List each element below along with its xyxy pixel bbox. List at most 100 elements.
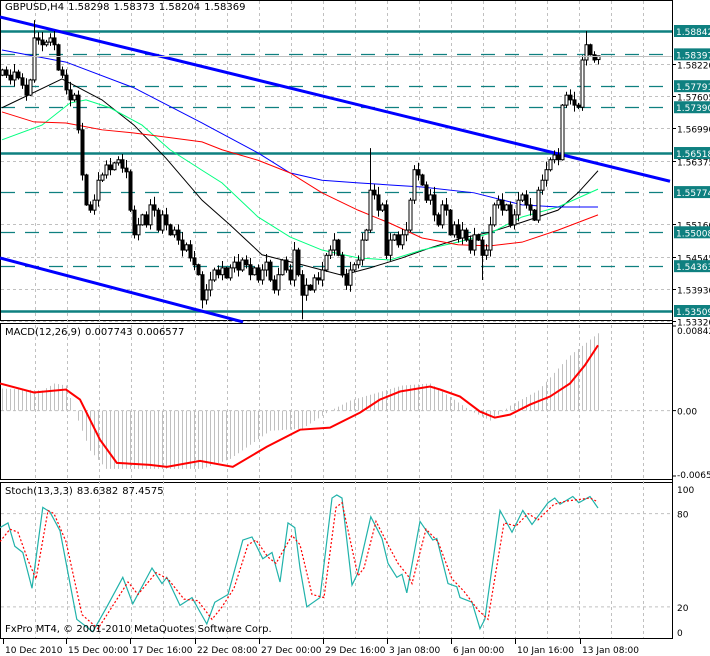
candle: [280, 258, 285, 276]
macd-signal-line: [0, 344, 599, 468]
candle-body-bear: [572, 99, 577, 106]
candle-body-bear: [16, 71, 21, 79]
candle: [372, 184, 377, 200]
candle-body-bear: [80, 129, 85, 176]
candle-body-bull: [260, 269, 265, 281]
time-axis-label: 17 Dec 16:00: [132, 646, 193, 656]
candle-body-bull: [400, 234, 405, 246]
candle: [488, 216, 493, 257]
candle: [592, 51, 597, 63]
candle: [476, 233, 481, 241]
candle-body-bear: [24, 84, 29, 96]
candle-body-bull: [492, 204, 497, 226]
candle: [540, 174, 545, 195]
candle-body-bear: [248, 264, 253, 276]
candle-body-bull: [252, 267, 257, 276]
candle-body-bull: [32, 37, 37, 81]
candle-body-bull: [404, 229, 409, 236]
candle: [100, 172, 105, 183]
candle: [4, 66, 9, 78]
candle: [572, 91, 577, 112]
price-tag-label: 1.58842: [676, 28, 710, 38]
chart-header: GBPUSD,H4 1.58298 1.58373 1.58204 1.58369: [5, 2, 250, 13]
candle: [516, 192, 521, 222]
candle: [492, 202, 497, 227]
moving-average-ma_long: [1, 111, 599, 247]
candle-body-bear: [576, 104, 581, 108]
candle: [464, 227, 469, 242]
candle-body-bear: [192, 257, 197, 266]
candle: [272, 275, 277, 294]
candle: [500, 193, 505, 216]
candle-body-bear: [196, 264, 201, 276]
candle: [508, 201, 513, 228]
candle: [448, 208, 453, 236]
stoch-axis-label: 100: [677, 486, 694, 496]
price-tag-label: 1.53509: [676, 308, 710, 318]
price-axis-label: 1.53930: [677, 287, 710, 297]
macd-name: MACD(12,26,9): [5, 327, 81, 338]
candle-body-bear: [244, 259, 249, 266]
candle-body-bull: [544, 169, 549, 181]
moving-average-ma_fast: [1, 78, 599, 276]
candle: [136, 217, 141, 241]
candle-body-bull: [516, 199, 521, 216]
candle-body-bear: [60, 69, 65, 76]
time-axis-label: 10 Dec 2010: [5, 646, 63, 656]
candle: [216, 265, 221, 279]
price-tag-label: 1.58397: [676, 51, 710, 61]
time-axis-label: 10 Jan 16:00: [517, 646, 574, 656]
candle: [12, 63, 17, 87]
candle: [240, 257, 245, 272]
candle: [504, 203, 509, 212]
macd-main-value: 0.007743: [84, 327, 133, 338]
candle-body-bull: [148, 204, 153, 226]
candle: [220, 260, 225, 281]
stoch-axis-label: 80: [677, 511, 689, 521]
candle-body-bull: [332, 239, 337, 251]
candle-body-bull: [0, 69, 5, 76]
candle-body-bull: [548, 159, 553, 171]
moving-average-ma_mid: [1, 99, 599, 261]
candle-body-bear: [296, 249, 301, 276]
candle: [52, 31, 57, 51]
candle-body-bear: [528, 204, 533, 211]
candle-body-bull: [12, 71, 17, 81]
candle: [384, 200, 389, 259]
candle-body-bull: [92, 199, 97, 211]
time-axis-label: 22 Dec 08:00: [197, 646, 258, 656]
candle-body-bear: [372, 189, 377, 196]
candle: [344, 268, 349, 290]
candle: [324, 252, 329, 272]
candle: [452, 221, 457, 238]
candle-body-bull: [44, 41, 49, 46]
candle: [568, 89, 573, 105]
candle-body-bull: [204, 289, 209, 301]
stoch-axis-label: 20: [677, 604, 689, 614]
candle: [76, 90, 81, 134]
candle-body-bear: [532, 209, 537, 221]
time-axis-label: 6 Jan 00:00: [453, 646, 505, 656]
candle: [580, 55, 585, 111]
candle: [496, 195, 501, 209]
candle-body-bear: [128, 171, 133, 211]
candle: [204, 284, 209, 305]
candle: [188, 240, 193, 262]
candle: [84, 173, 89, 206]
candle: [16, 69, 21, 80]
candle-body-bull: [328, 249, 333, 256]
candle: [44, 39, 49, 47]
candle: [360, 233, 365, 266]
candle: [232, 256, 237, 273]
price-tag-label: 1.55774: [676, 189, 710, 199]
candle-body-bear: [480, 239, 485, 256]
candle: [588, 43, 593, 56]
candle: [132, 205, 137, 239]
candle-body-bull: [512, 214, 517, 226]
candle-body-bear: [288, 269, 293, 281]
candle-body-bear: [200, 274, 205, 301]
candle-body-bull: [348, 269, 353, 286]
candle: [316, 272, 321, 285]
macd-signal-value: 0.006577: [136, 327, 185, 338]
candle: [116, 156, 121, 166]
